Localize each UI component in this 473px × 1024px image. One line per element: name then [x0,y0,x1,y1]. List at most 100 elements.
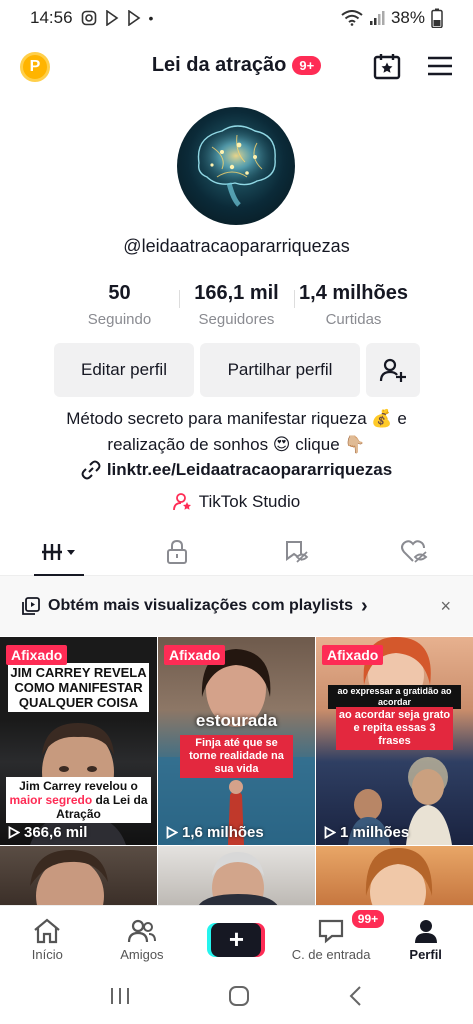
view-count: 1 milhões [324,824,409,841]
video-tile[interactable] [0,846,157,906]
video-thumbnail [198,852,278,906]
status-bar: 14:56 • 38% [0,0,473,36]
profile-link[interactable]: linktr.ee/Leidaatracaopararriquezas [0,460,473,480]
video-thumbnail [30,850,108,906]
bio-line: Método secreto para manifestar riqueza 💰… [66,409,407,428]
view-count-text: 1 milhões [340,824,410,841]
video-tile[interactable] [158,846,315,906]
lock-icon [167,539,188,564]
video-tile[interactable]: JIM CARREY REVELA COMO MANIFESTAR QUALQU… [0,637,157,845]
stat-likes[interactable]: 1,4 milhões Curtidas [295,282,413,328]
friends-icon [127,919,156,942]
profile-bio: Método secreto para manifestar riqueza 💰… [0,406,473,458]
caption-highlight: maior segredo [9,793,93,807]
system-navigation-bar [0,973,473,1024]
nav-label: Perfil [409,946,442,962]
bookmark-hidden-icon [285,540,308,563]
add-user-icon [379,358,406,382]
nav-create[interactable]: + [189,906,284,973]
username: @leidaatracaopararriquezas [123,236,350,256]
profile-stats: 50 Seguindo 166,1 mil Seguidores 1,4 mil… [0,282,473,328]
studio-icon [172,493,191,511]
studio-text: TikTok Studio [198,492,301,511]
calendar-star-icon[interactable] [373,52,401,85]
chevron-right-icon: › [361,595,368,617]
play-store-icon-2 [127,10,141,26]
thumbnail-caption: Finja até que se torne realidade na sua … [180,735,293,778]
nav-label: C. de entrada [291,946,371,962]
bottom-navigation: Início Amigos + 99+ C. de entrada Perfil [0,905,473,973]
page-title[interactable]: Lei da atração [152,54,287,77]
playlist-icon [22,597,40,615]
link-icon [81,460,101,480]
nav-label: Início [31,946,63,962]
thumbnail-headline: estourada [195,711,278,730]
play-store-icon [105,10,119,26]
stat-label: Curtidas [325,311,382,328]
profile-header: P Lei da atração 9+ [0,44,473,90]
stat-value: 1,4 milhões [299,282,408,304]
nav-inbox[interactable]: 99+ C. de entrada [284,906,387,973]
status-time: 14:56 [30,8,73,27]
share-profile-button[interactable]: Partilhar perfil [200,343,360,397]
thumbnail-caption: ao acordar seja grato e repita essas 3 f… [336,707,453,750]
play-icon [324,826,336,839]
tab-reposts[interactable] [237,528,355,575]
caption-line: Jim Carrey revelou o [19,779,138,793]
wifi-icon [341,10,363,26]
pinned-badge: Afixado [164,645,226,665]
more-notifications-dot: • [148,10,154,26]
tab-liked[interactable] [355,528,473,575]
avatar[interactable] [177,107,295,225]
video-tile[interactable]: ao expressar a gratidão ao acordar ao ac… [316,637,473,845]
stat-value: 50 [108,282,131,304]
nav-profile[interactable]: Perfil [378,906,473,973]
videos-grid-icon [42,543,76,560]
brain-illustration [194,125,278,207]
battery-icon [431,8,443,28]
banner-text: Obtém mais visualizações com playlists [48,597,354,614]
recent-apps-icon[interactable] [109,986,131,1011]
video-thumbnail [365,848,433,906]
play-icon [166,826,178,839]
bio-line: realização de sonhos 😍 clique 👇🏼 [107,435,366,454]
create-button[interactable]: + [211,922,262,957]
home-icon [34,918,61,943]
add-friend-button[interactable] [366,343,420,397]
view-count: 1,6 milhões [166,824,264,841]
thumbnail-headline: ao expressar a gratidão ao acordar [328,685,461,709]
home-button-icon[interactable] [228,985,250,1012]
link-text: linktr.ee/Leidaatracaopararriquezas [106,460,393,479]
stat-label: Seguindo [87,311,152,328]
video-tile[interactable] [316,846,473,906]
tiktok-studio-link[interactable]: TikTok Studio [0,492,473,512]
heart-hidden-icon [400,539,428,563]
tab-videos[interactable] [0,528,118,575]
back-icon[interactable] [348,985,364,1012]
signal-icon [369,10,385,26]
playlist-promo-banner[interactable]: Obtém mais visualizações com playlists ›… [0,576,473,636]
battery-percent: 38% [390,8,425,27]
nav-friends[interactable]: Amigos [95,906,190,973]
profile-actions: Editar perfil Partilhar perfil [54,343,420,397]
nav-label: Amigos [120,946,164,962]
stat-followers[interactable]: 166,1 mil Seguidores [180,282,294,328]
video-tile[interactable]: estourada Finja até que se torne realida… [158,637,315,845]
close-icon[interactable]: × [440,596,451,617]
edit-profile-button[interactable]: Editar perfil [54,343,194,397]
menu-icon[interactable] [427,55,453,82]
pinned-badge: Afixado [322,645,384,665]
pinned-badge: Afixado [6,645,68,665]
stat-following[interactable]: 50 Seguindo [61,282,179,328]
profile-icon [414,919,437,943]
video-grid: JIM CARREY REVELA COMO MANIFESTAR QUALQU… [0,637,473,906]
plus-icon: + [228,924,245,954]
play-icon [8,826,20,839]
nav-home[interactable]: Início [0,906,95,973]
view-count: 366,6 mil [8,824,87,841]
title-badge: 9+ [292,56,322,75]
profile-tabs [0,528,473,576]
tab-private[interactable] [118,528,236,575]
instagram-icon [81,10,97,26]
view-count-text: 366,6 mil [24,824,88,841]
